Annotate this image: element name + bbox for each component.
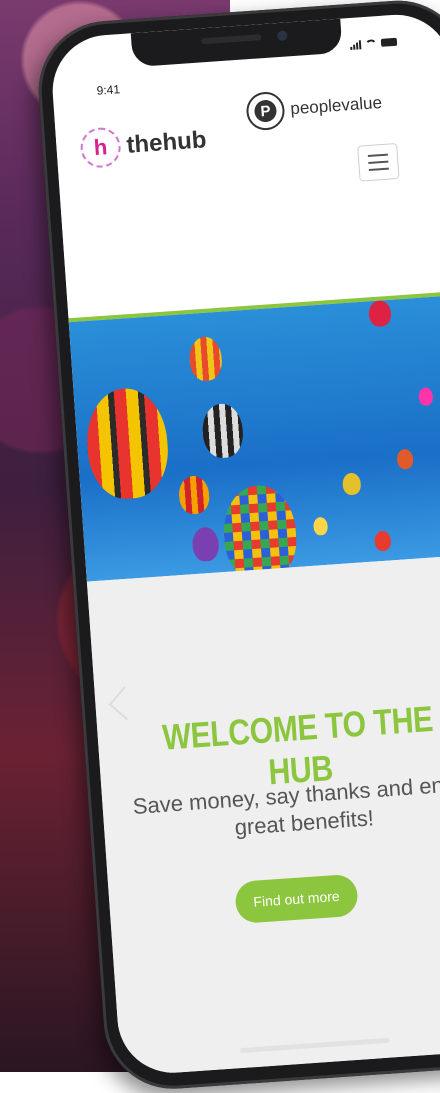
balloon-right-2 (341, 472, 362, 496)
status-bar (49, 11, 440, 79)
carousel-prev-icon[interactable] (108, 686, 143, 721)
signal-icon (350, 39, 362, 50)
speaker-grille (201, 34, 262, 45)
find-out-more-button[interactable]: Find out more (234, 873, 359, 925)
status-icons (350, 37, 398, 50)
partner-name: peoplevalue (289, 92, 383, 119)
wifi-icon (365, 39, 378, 49)
phone-notch (130, 18, 343, 68)
balloon-right-5 (418, 387, 434, 407)
hamburger-menu-button[interactable] (357, 142, 400, 182)
hero-balloons-image (68, 294, 440, 582)
balloon-large-left (83, 385, 172, 502)
thehub-logo-letter: h (93, 134, 109, 161)
status-time: 9:41 (96, 82, 121, 98)
balloon-small-2 (191, 526, 220, 563)
welcome-section: WELCOME TO THE HUB Save money, say thank… (86, 553, 440, 1077)
balloon-dark (200, 402, 245, 460)
phone-screen: 9:41 h thehub P peoplevalue WELCOME TO T… (48, 11, 440, 1077)
balloon-right-6 (374, 530, 392, 552)
thehub-logo-icon: h (79, 126, 122, 169)
battery-icon (380, 37, 398, 47)
balloon-right-3 (396, 448, 414, 470)
balloon-small-1 (177, 474, 211, 515)
balloon-top (188, 335, 224, 382)
hamburger-icon (367, 153, 388, 158)
peoplevalue-logo-icon: P (245, 90, 286, 132)
balloon-right-1 (368, 299, 392, 328)
balloon-right-4 (312, 516, 329, 536)
peoplevalue-logo-letter: P (253, 99, 278, 123)
camera-icon (276, 30, 288, 42)
brand-name: thehub (125, 126, 208, 159)
